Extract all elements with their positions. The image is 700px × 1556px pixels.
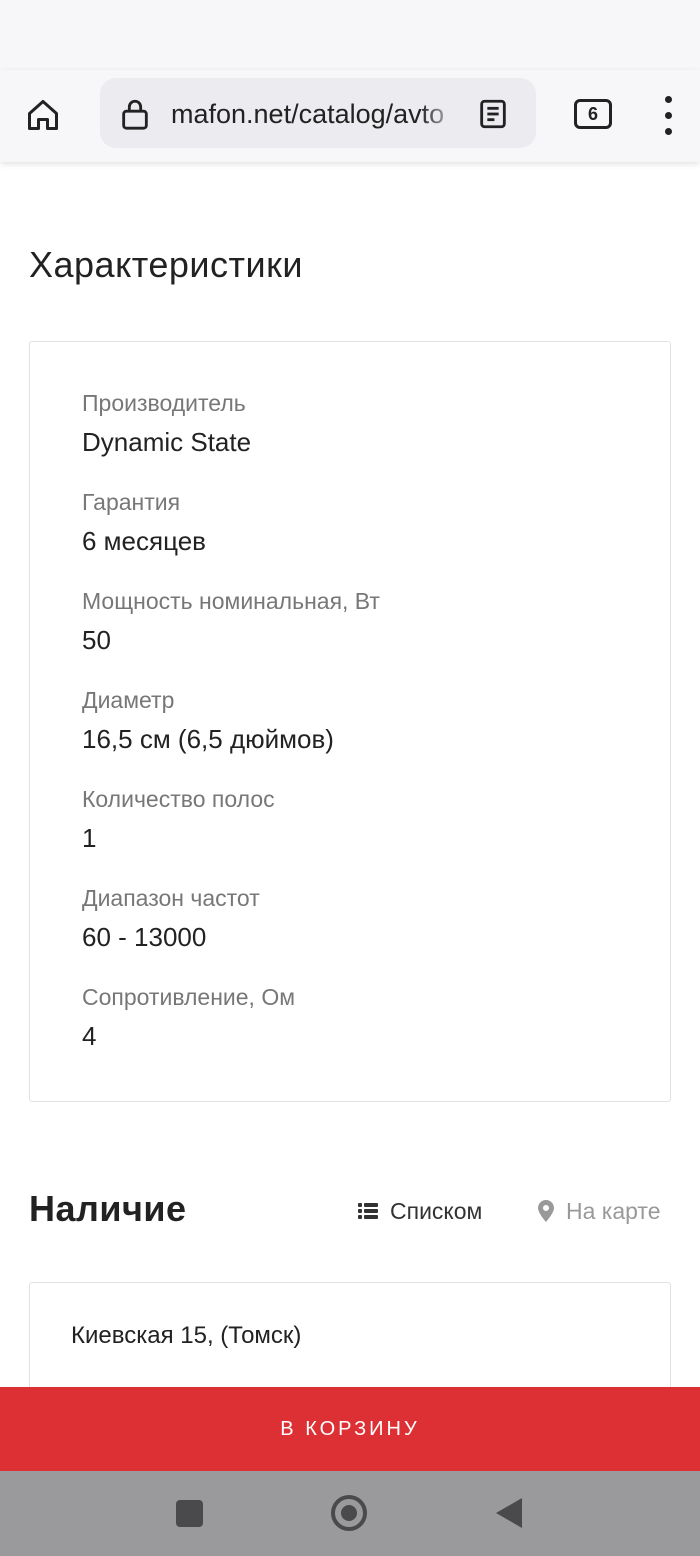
lock-icon (122, 99, 148, 130)
spec-label: Сопротивление, Ом (82, 984, 296, 1010)
spec-value: Dynamic State (82, 427, 252, 457)
home-button[interactable] (18, 92, 68, 138)
spec-label: Диаметр (82, 687, 175, 713)
store-card[interactable]: Киевская 15, (Томск) (29, 1282, 671, 1387)
spec-label: Мощность номинальная, Вт (82, 588, 380, 614)
spec-label: Производитель (82, 390, 246, 416)
browser-toolbar: mafon.net/catalog/avto 6 (0, 70, 700, 162)
home-circle-icon[interactable] (331, 1495, 367, 1531)
store-name: Киевская 15, (Томск) (71, 1322, 302, 1349)
home-icon (28, 100, 58, 130)
spec-warranty: Гарантия 6 месяцев (82, 488, 642, 558)
spec-power: Мощность номинальная, Вт 50 (82, 587, 642, 657)
status-bar (0, 0, 700, 70)
back-triangle-icon[interactable] (496, 1498, 522, 1528)
spec-label: Количество полос (82, 786, 275, 812)
spec-manufacturer: Производитель Dynamic State (82, 389, 642, 459)
view-map-label: На карте (566, 1197, 661, 1224)
url-fade (420, 92, 460, 136)
recents-icon[interactable] (176, 1500, 203, 1527)
add-to-cart-button[interactable]: В КОРЗИНУ (0, 1387, 700, 1471)
list-icon (358, 1203, 378, 1219)
address-bar[interactable]: mafon.net/catalog/avto (100, 78, 536, 148)
spec-value: 16,5 см (6,5 дюймов) (82, 724, 334, 754)
specs-heading: Характеристики (29, 244, 303, 285)
tabs-counter-button[interactable]: 6 (574, 99, 612, 129)
reader-mode-icon[interactable] (476, 96, 510, 132)
system-nav-bar (0, 1471, 700, 1556)
spec-value: 50 (82, 625, 111, 655)
spec-frequency-range: Диапазон частот 60 - 13000 (82, 884, 642, 954)
view-list-toggle[interactable]: Списком (358, 1194, 482, 1228)
spec-impedance: Сопротивление, Ом 4 (82, 983, 642, 1053)
availability-heading: Наличие (29, 1188, 187, 1229)
view-map-toggle[interactable]: На карте (538, 1194, 661, 1228)
spec-value: 4 (82, 1021, 97, 1051)
specs-card: Производитель Dynamic State Гарантия 6 м… (29, 341, 671, 1102)
more-vert-icon[interactable] (655, 94, 681, 138)
spec-label: Гарантия (82, 489, 181, 515)
map-pin-icon (538, 1200, 554, 1222)
page-content: Характеристики Производитель Dynamic Sta… (0, 162, 700, 1387)
spec-value: 60 - 13000 (82, 922, 207, 952)
view-list-label: Списком (390, 1197, 483, 1224)
url-text[interactable]: mafon.net/catalog/avto (171, 97, 451, 131)
spec-bands: Количество полос 1 (82, 785, 642, 855)
spec-value: 6 месяцев (82, 526, 206, 556)
spec-value: 1 (82, 823, 97, 853)
spec-label: Диапазон частот (82, 885, 260, 911)
spec-diameter: Диаметр 16,5 см (6,5 дюймов) (82, 686, 642, 756)
